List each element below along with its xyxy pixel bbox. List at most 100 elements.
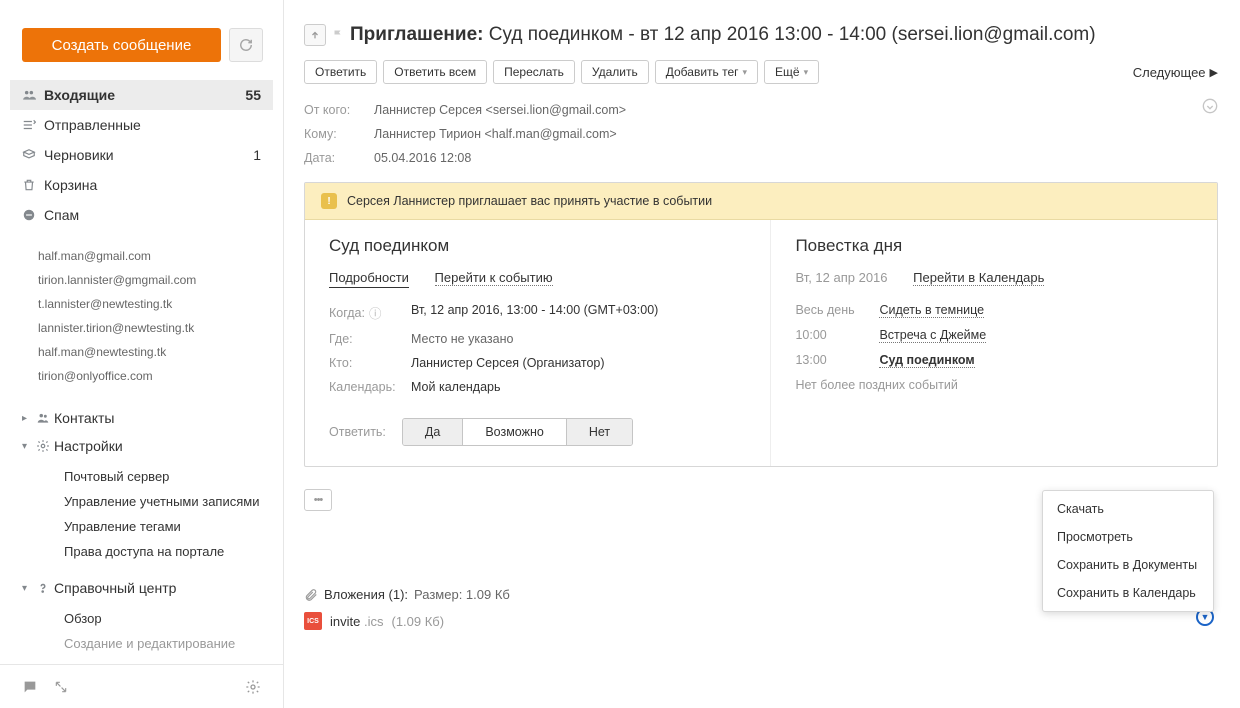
help-submenu: Обзор Создание и редактирование bbox=[0, 602, 283, 656]
when-value: Вт, 12 апр 2016, 13:00 - 14:00 (GMT+03:0… bbox=[411, 303, 658, 322]
settings-gear-icon[interactable] bbox=[245, 679, 261, 695]
back-button[interactable] bbox=[304, 24, 326, 46]
tab-details[interactable]: Подробности bbox=[329, 270, 409, 288]
attach-file-ext: .ics bbox=[364, 614, 384, 629]
help-item[interactable]: Создание и редактирование bbox=[64, 631, 283, 656]
ics-badge-icon: ICS bbox=[304, 612, 322, 630]
refresh-button[interactable] bbox=[229, 28, 263, 62]
agenda-date: Вт, 12 апр 2016 bbox=[795, 270, 887, 285]
folder-spam[interactable]: Спам bbox=[10, 200, 273, 230]
response-toggle: Да Возможно Нет bbox=[402, 418, 633, 446]
folder-label: Спам bbox=[44, 207, 261, 223]
who-value: Ланнистер Серсея (Организатор) bbox=[411, 356, 605, 370]
agenda-title: Повестка дня bbox=[795, 236, 1193, 256]
collapse-toggle[interactable]: ••• bbox=[304, 489, 332, 511]
account-list: half.man@gmail.com tirion.lannister@gmgm… bbox=[0, 244, 283, 404]
menu-save-docs[interactable]: Сохранить в Документы bbox=[1043, 551, 1213, 579]
menu-download[interactable]: Скачать bbox=[1043, 495, 1213, 523]
settings-item[interactable]: Управление тегами bbox=[64, 514, 283, 539]
account-item[interactable]: tirion@onlyoffice.com bbox=[38, 364, 261, 388]
folder-label: Отправленные bbox=[44, 117, 261, 133]
settings-submenu: Почтовый сервер Управление учетными запи… bbox=[0, 460, 283, 574]
info-icon: ⓘ bbox=[369, 303, 382, 322]
attachment-context-menu: Скачать Просмотреть Сохранить в Документ… bbox=[1042, 490, 1214, 612]
date-value: 05.04.2016 12:08 bbox=[374, 151, 471, 165]
account-item[interactable]: tirion.lannister@gmgmail.com bbox=[38, 268, 261, 292]
response-yes[interactable]: Да bbox=[403, 419, 463, 445]
folder-trash[interactable]: Корзина bbox=[10, 170, 273, 200]
agenda-no-more: Нет более поздних событий bbox=[795, 378, 957, 392]
attach-size: Размер: 1.09 Кб bbox=[414, 587, 510, 602]
invite-card: ! Серсея Ланнистер приглашает вас принят… bbox=[304, 182, 1218, 467]
attachment-item[interactable]: ICS invite .ics (1.09 Кб) bbox=[304, 612, 1218, 630]
delete-button[interactable]: Удалить bbox=[581, 60, 649, 84]
help-label: Справочный центр bbox=[54, 580, 176, 596]
contacts-section[interactable]: ▸ Контакты bbox=[0, 404, 283, 432]
trash-icon bbox=[22, 178, 44, 192]
help-icon bbox=[36, 581, 54, 595]
add-tag-button[interactable]: Добавить тег▾ bbox=[655, 60, 758, 84]
attach-file-size: (1.09 Кб) bbox=[391, 614, 444, 629]
goto-event-link[interactable]: Перейти к событию bbox=[435, 270, 553, 286]
account-item[interactable]: t.lannister@newtesting.tk bbox=[38, 292, 261, 316]
goto-calendar-link[interactable]: Перейти в Календарь bbox=[913, 270, 1044, 286]
inbox-icon bbox=[22, 88, 44, 102]
folder-drafts[interactable]: Черновики 1 bbox=[10, 140, 273, 170]
response-no[interactable]: Нет bbox=[567, 419, 632, 445]
invite-banner: ! Серсея Ланнистер приглашает вас принят… bbox=[305, 183, 1217, 220]
subject: Приглашение: Суд поединком - вт 12 апр 2… bbox=[350, 24, 1096, 46]
where-label: Где: bbox=[329, 332, 411, 346]
attach-header-label: Вложения (1): bbox=[324, 587, 408, 602]
sidebar: Создать сообщение Входящие 55 Отправленн… bbox=[0, 0, 284, 708]
reply-all-button[interactable]: Ответить всем bbox=[383, 60, 487, 84]
reply-button[interactable]: Ответить bbox=[304, 60, 377, 84]
menu-preview[interactable]: Просмотреть bbox=[1043, 523, 1213, 551]
expand-icon[interactable] bbox=[54, 680, 68, 694]
agenda-time: 10:00 bbox=[795, 328, 865, 343]
response-maybe[interactable]: Возможно bbox=[463, 419, 567, 445]
agenda-event-link[interactable]: Встреча с Джейме bbox=[879, 328, 986, 343]
agenda-time: Весь день bbox=[795, 303, 865, 318]
chat-icon[interactable] bbox=[22, 679, 38, 695]
when-label: Когда: bbox=[329, 306, 365, 320]
caret-right-icon: ▸ bbox=[22, 413, 36, 424]
folder-sent[interactable]: Отправленные bbox=[10, 110, 273, 140]
date-label: Дата: bbox=[304, 151, 374, 165]
agenda-time: 13:00 bbox=[795, 353, 865, 368]
folder-inbox[interactable]: Входящие 55 bbox=[10, 80, 273, 110]
contacts-icon bbox=[36, 411, 54, 425]
help-item[interactable]: Обзор bbox=[64, 606, 283, 631]
settings-label: Настройки bbox=[54, 438, 123, 454]
account-item[interactable]: half.man@gmail.com bbox=[38, 244, 261, 268]
account-item[interactable]: lannister.tirion@newtesting.tk bbox=[38, 316, 261, 340]
help-section[interactable]: ▾ Справочный центр bbox=[0, 574, 283, 602]
agenda-col: Повестка дня Вт, 12 апр 2016 Перейти в К… bbox=[771, 220, 1217, 466]
flag-icon[interactable] bbox=[332, 28, 344, 42]
spam-icon bbox=[22, 208, 44, 222]
settings-item[interactable]: Почтовый сервер bbox=[64, 464, 283, 489]
paperclip-icon bbox=[304, 588, 318, 602]
attach-file-name: invite bbox=[330, 614, 360, 629]
settings-section[interactable]: ▾ Настройки bbox=[0, 432, 283, 460]
menu-save-calendar[interactable]: Сохранить в Календарь bbox=[1043, 579, 1213, 607]
meta-expand-icon[interactable] bbox=[1202, 98, 1218, 114]
sidebar-footer bbox=[0, 664, 283, 708]
compose-button[interactable]: Создать сообщение bbox=[22, 28, 221, 62]
forward-button[interactable]: Переслать bbox=[493, 60, 575, 84]
who-label: Кто: bbox=[329, 356, 411, 370]
settings-item[interactable]: Управление учетными записями bbox=[64, 489, 283, 514]
drafts-icon bbox=[22, 148, 44, 162]
agenda-event-link[interactable]: Суд поединком bbox=[879, 353, 974, 368]
to-value: Ланнистер Тирион <half.man@gmail.com> bbox=[374, 127, 617, 141]
account-item[interactable]: half.man@newtesting.tk bbox=[38, 340, 261, 364]
to-label: Кому: bbox=[304, 127, 374, 141]
from-label: От кого: bbox=[304, 103, 374, 117]
more-button[interactable]: Ещё▾ bbox=[764, 60, 819, 84]
next-message-link[interactable]: Следующее▶ bbox=[1133, 65, 1218, 80]
invite-banner-text: Серсея Ланнистер приглашает вас принять … bbox=[347, 194, 712, 208]
sent-icon bbox=[22, 118, 44, 132]
caret-down-icon: ▾ bbox=[22, 441, 36, 452]
agenda-event-link[interactable]: Сидеть в темнице bbox=[879, 303, 984, 318]
settings-item[interactable]: Права доступа на портале bbox=[64, 539, 283, 564]
calendar-label: Календарь: bbox=[329, 380, 411, 394]
